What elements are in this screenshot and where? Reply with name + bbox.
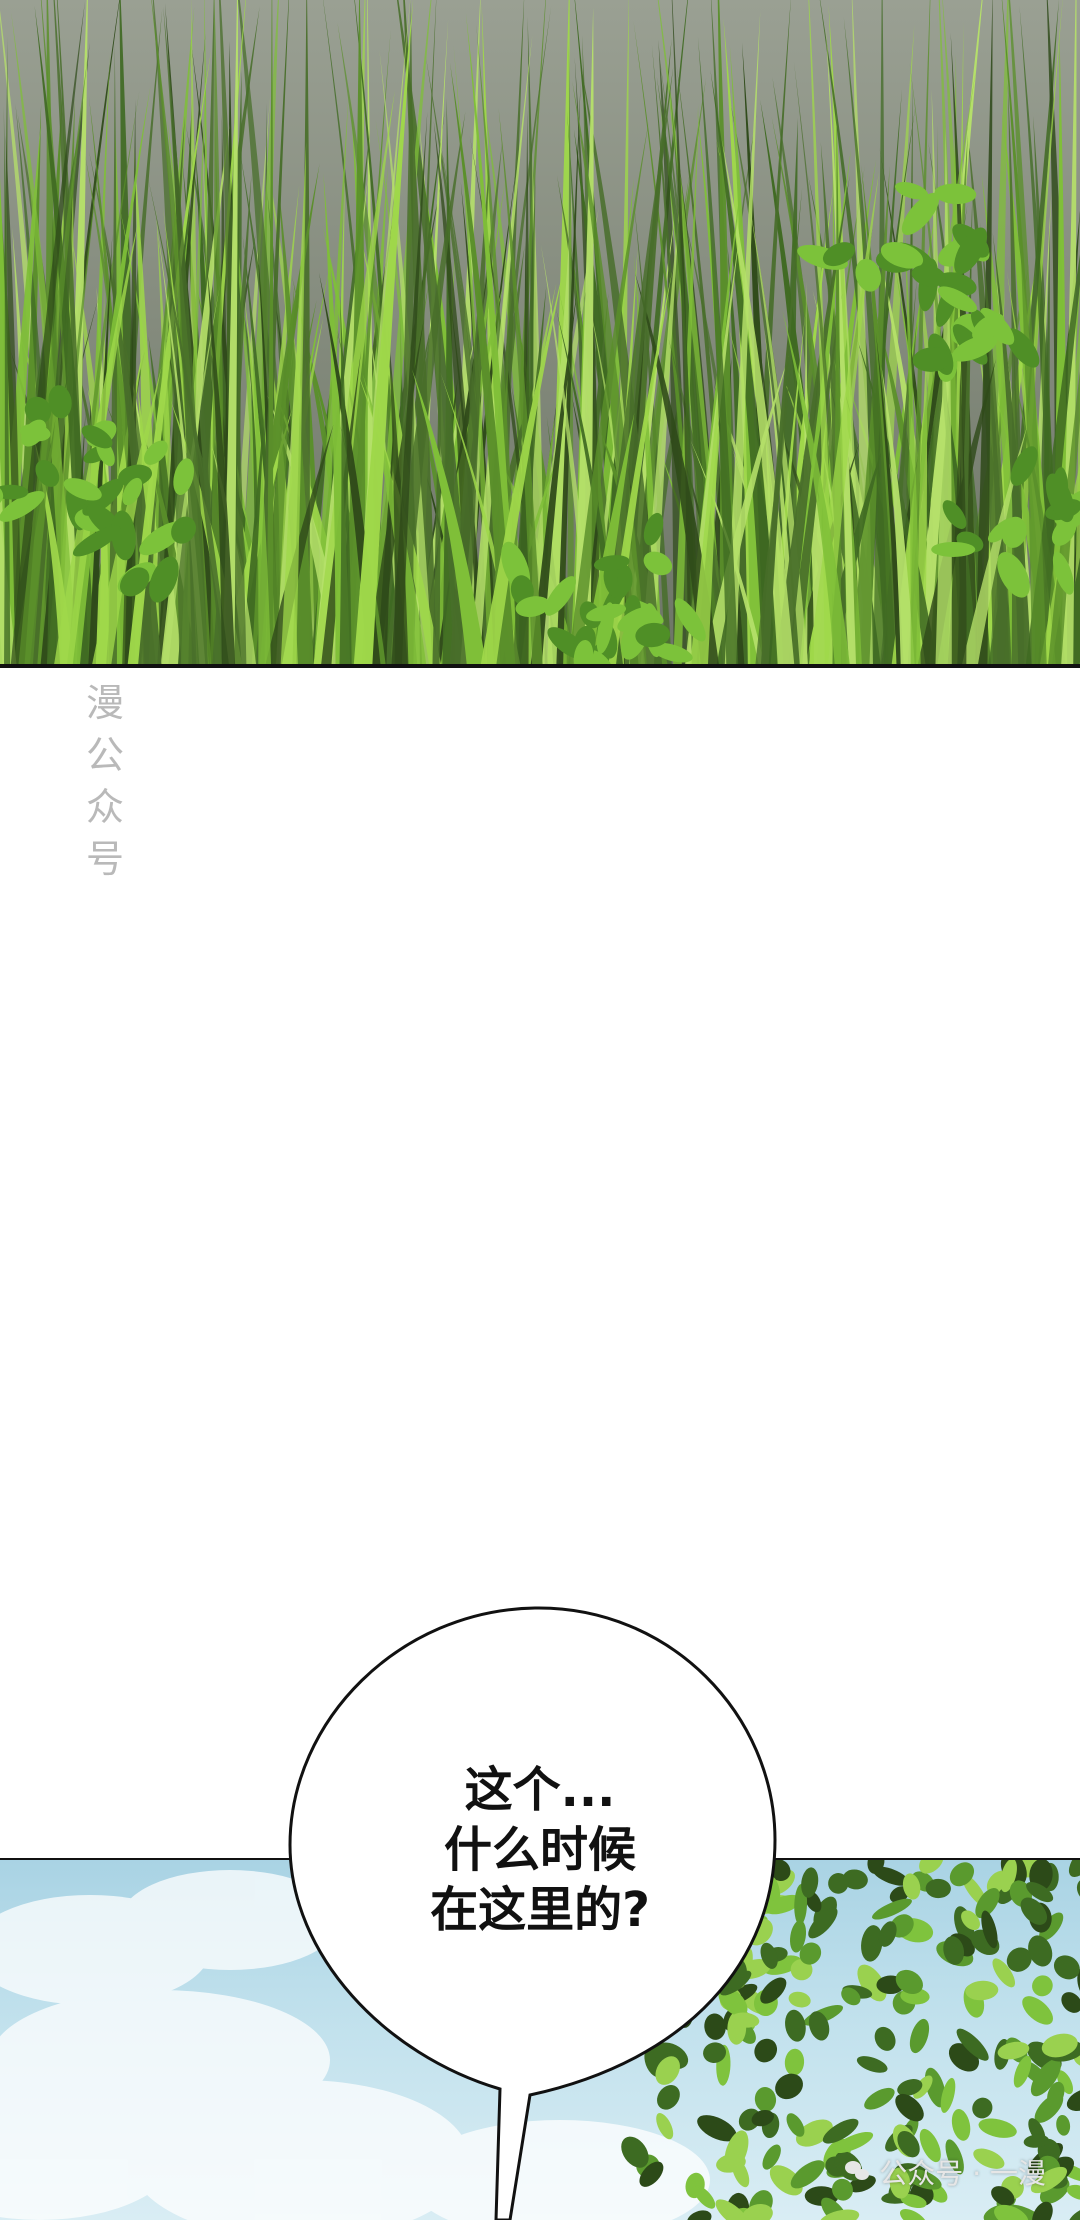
tree-leaf (874, 2026, 896, 2051)
tree-leaf (1061, 1992, 1080, 2013)
tree-leaf (864, 2087, 895, 2110)
tree-leaf (670, 1960, 686, 1983)
tree-leaf (856, 2056, 888, 2073)
speech-bubble-text: 这个... 什么时候 在这里的? (330, 1760, 750, 1940)
tree-leaf (657, 2085, 680, 2110)
tree-leaf (972, 2097, 993, 2119)
tree-leaf (1068, 2206, 1080, 2220)
grass-panel (0, 0, 1080, 664)
leaf (931, 541, 976, 557)
vertical-watermark: 漫 公 众 号 (80, 680, 130, 882)
tree-leaf (704, 2013, 726, 2040)
watermark-char: 众 (85, 785, 124, 829)
tree-leaf (1076, 1878, 1080, 1904)
tree-leaf (909, 2018, 930, 2054)
corner-watermark: 公众号 · 一漫 (845, 2152, 1046, 2192)
watermark-text: 公众号 · 一漫 (879, 2157, 1046, 2190)
watermark-char: 号 (85, 837, 124, 881)
comic-page: 漫 公 众 号 这个... 什么时候 在这里的? 公众号 · 一漫 (0, 0, 1080, 2220)
panel-border (0, 664, 1080, 668)
tree-leaf (978, 2118, 1017, 2138)
tree-leaf (784, 2048, 805, 2076)
tree-leaf (754, 2086, 777, 2112)
tree-leaf (785, 2009, 806, 2042)
dialogue-line: 什么时候 (443, 1822, 636, 1878)
tree-leaf (951, 2109, 971, 2141)
tree-leaf (1032, 1975, 1053, 1997)
dialogue-line: 这个... (464, 1762, 616, 1818)
tree-leaf (1022, 1996, 1054, 2025)
watermark-char: 公 (85, 733, 124, 777)
grass-illustration (0, 0, 1080, 664)
tree-leaf (1068, 1860, 1080, 1878)
dialogue-line: 在这里的? (430, 1882, 650, 1938)
tree-leaf (1056, 2114, 1071, 2136)
tree-leaf (788, 1991, 811, 2008)
tree-leaf (1053, 1955, 1080, 1980)
wechat-icon (845, 2161, 871, 2183)
watermark-char: 漫 (85, 681, 124, 725)
